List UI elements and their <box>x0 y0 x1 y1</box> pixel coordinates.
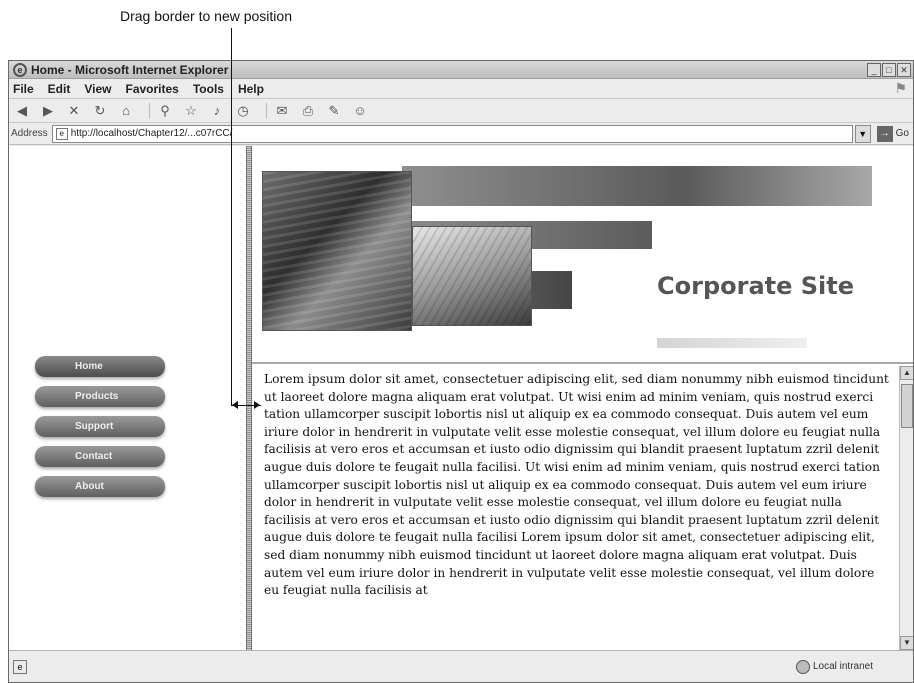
toolbar-separator <box>149 102 150 119</box>
banner-bar <box>657 338 807 348</box>
toolbar: ◀ ▶ ✕ ↻ ⌂ ⚲ ☆ ♪ ◷ ✉ ⎙ ✎ ☺ <box>9 99 913 123</box>
arrow-right-icon <box>254 401 260 409</box>
address-input[interactable]: e http://localhost/Chapter12/...c07rCC/ <box>51 124 853 143</box>
browser-window: e Home - Microsoft Internet Explorer _ □… <box>8 60 914 683</box>
back-icon[interactable]: ◀ <box>13 102 31 120</box>
favorites-icon[interactable]: ☆ <box>182 102 200 120</box>
nav-about[interactable]: About <box>35 476 165 497</box>
go-label: Go <box>895 128 909 139</box>
page-content: Home Products Support Contact About Corp… <box>9 146 913 650</box>
search-icon[interactable]: ⚲ <box>156 102 174 120</box>
menu-file[interactable]: File <box>13 82 34 96</box>
nav-products[interactable]: Products <box>35 386 165 407</box>
scrollbar[interactable]: ▲ ▼ <box>899 366 913 650</box>
stop-icon[interactable]: ✕ <box>65 102 83 120</box>
windows-flag-icon: ⚑ <box>894 80 907 96</box>
window-controls: _ □ ✕ <box>867 62 913 77</box>
close-icon[interactable]: ✕ <box>897 62 911 77</box>
menu-edit[interactable]: Edit <box>48 82 71 96</box>
nav-menu: Home Products Support Contact About <box>35 356 165 506</box>
messenger-icon[interactable]: ☺ <box>351 102 369 120</box>
site-title: Corporate Site <box>657 272 855 300</box>
body-text: Lorem ipsum dolor sit amet, consectetuer… <box>264 372 889 598</box>
edit-icon[interactable]: ✎ <box>325 102 343 120</box>
nav-frame: Home Products Support Contact About <box>9 146 246 650</box>
go-button[interactable]: → Go <box>876 125 909 142</box>
menu-help[interactable]: Help <box>238 82 264 96</box>
intranet-globe-icon <box>795 659 810 674</box>
menu-view[interactable]: View <box>84 82 111 96</box>
address-label: Address <box>11 128 48 139</box>
menu-bar: File Edit View Favorites Tools Help ⚑ <box>9 79 913 99</box>
zone-label: Local intranet <box>812 661 873 672</box>
print-icon[interactable]: ⎙ <box>299 102 317 120</box>
ie-logo-icon: e <box>13 62 27 77</box>
forward-icon[interactable]: ▶ <box>39 102 57 120</box>
menu-tools[interactable]: Tools <box>193 82 224 96</box>
building-photo <box>262 171 412 331</box>
security-zone: Local intranet <box>795 659 873 674</box>
window-title: Home - Microsoft Internet Explorer <box>31 62 229 77</box>
banner-bar <box>402 166 872 206</box>
go-arrow-icon: → <box>876 125 893 142</box>
address-url[interactable]: http://localhost/Chapter12/...c07rCC/ <box>71 128 233 139</box>
callout-annotation: Drag border to new position <box>0 0 914 60</box>
menu-favorites[interactable]: Favorites <box>125 82 178 96</box>
maximize-icon[interactable]: □ <box>882 62 896 77</box>
nav-support[interactable]: Support <box>35 416 165 437</box>
history-icon[interactable]: ◷ <box>234 102 252 120</box>
status-bar: e Local intranet <box>9 650 913 682</box>
media-icon[interactable]: ♪ <box>208 102 226 120</box>
main-frame: Corporate Site Lorem ipsum dolor sit ame… <box>252 146 913 650</box>
nav-home[interactable]: Home <box>35 356 165 377</box>
page-icon: e <box>55 127 68 140</box>
building-photo-detail <box>412 226 532 326</box>
toolbar-separator <box>266 102 267 119</box>
minimize-icon[interactable]: _ <box>867 62 881 77</box>
nav-contact[interactable]: Contact <box>35 446 165 467</box>
address-dropdown-icon[interactable]: ▼ <box>854 124 871 143</box>
home-icon[interactable]: ⌂ <box>117 102 135 120</box>
banner: Corporate Site <box>252 146 913 364</box>
callout-text: Drag border to new position <box>120 8 292 24</box>
address-bar: Address e http://localhost/Chapter12/...… <box>9 123 913 145</box>
title-bar[interactable]: e Home - Microsoft Internet Explorer _ □… <box>9 61 913 79</box>
callout-line <box>231 28 232 406</box>
scroll-down-icon[interactable]: ▼ <box>900 636 913 650</box>
refresh-icon[interactable]: ↻ <box>91 102 109 120</box>
scroll-up-icon[interactable]: ▲ <box>900 366 913 380</box>
scroll-thumb[interactable] <box>901 384 913 428</box>
mail-icon[interactable]: ✉ <box>273 102 291 120</box>
body-text-frame: Lorem ipsum dolor sit amet, consectetuer… <box>252 366 913 650</box>
page-status-icon: e <box>13 659 27 674</box>
arrow-left-icon <box>232 401 238 409</box>
